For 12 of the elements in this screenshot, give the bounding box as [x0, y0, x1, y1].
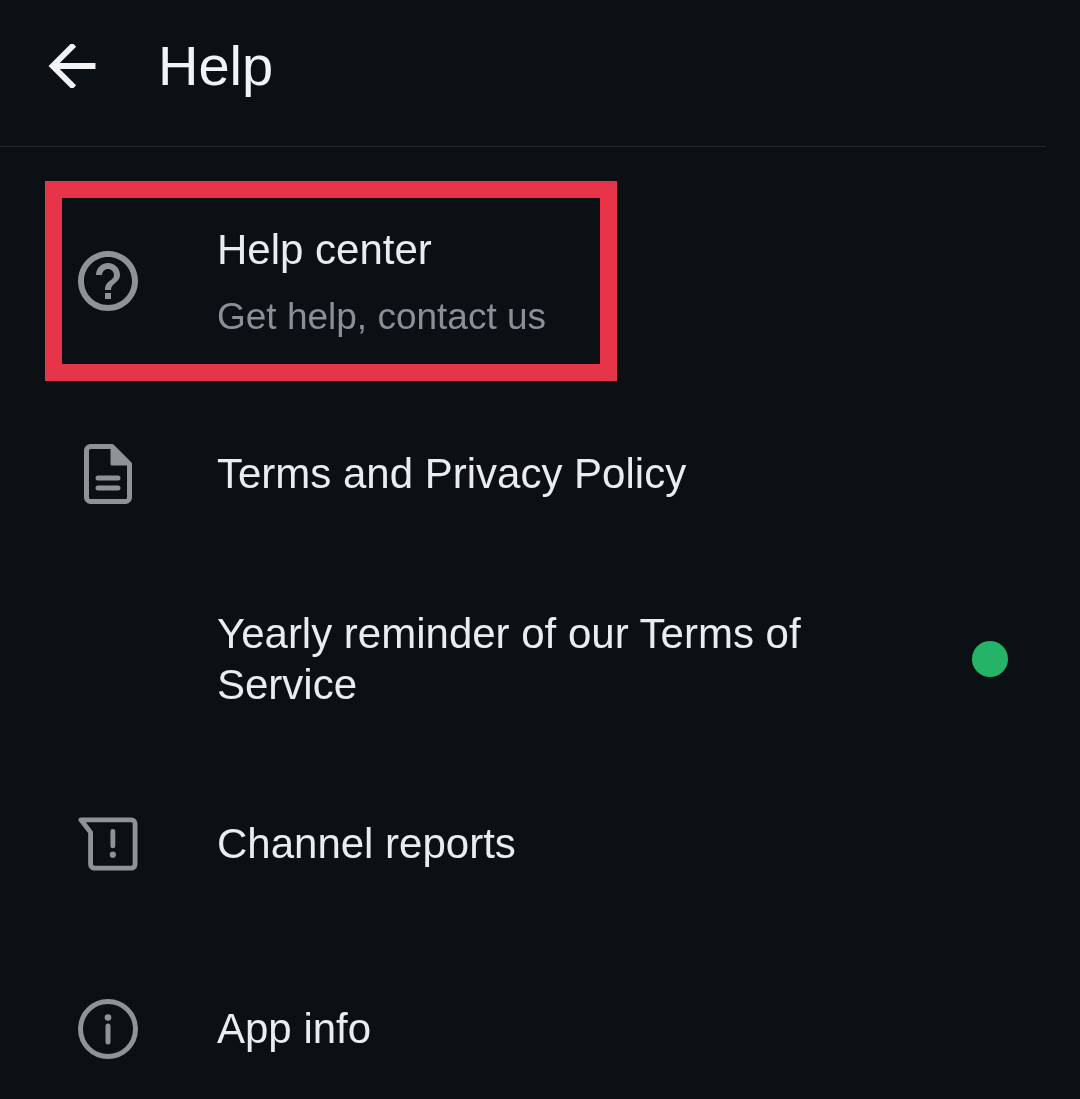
menu-item-title[interactable]: Yearly reminder of our Terms of Service	[217, 607, 942, 710]
menu-item-title[interactable]: App info	[217, 1003, 372, 1054]
menu-item-title[interactable]: Help center	[217, 223, 432, 275]
back-arrow-icon	[48, 44, 96, 88]
document-icon	[84, 443, 132, 504]
menu-item-title[interactable]: Terms and Privacy Policy	[217, 448, 687, 499]
speech-bubble-exclamation-icon	[78, 815, 138, 872]
menu-item-subtitle: Get help, contact us	[217, 294, 547, 339]
info-icon	[78, 998, 138, 1059]
back-button[interactable]	[48, 44, 96, 88]
menu-item-title[interactable]: Channel reports	[217, 818, 516, 869]
page-title: Help	[158, 34, 274, 98]
